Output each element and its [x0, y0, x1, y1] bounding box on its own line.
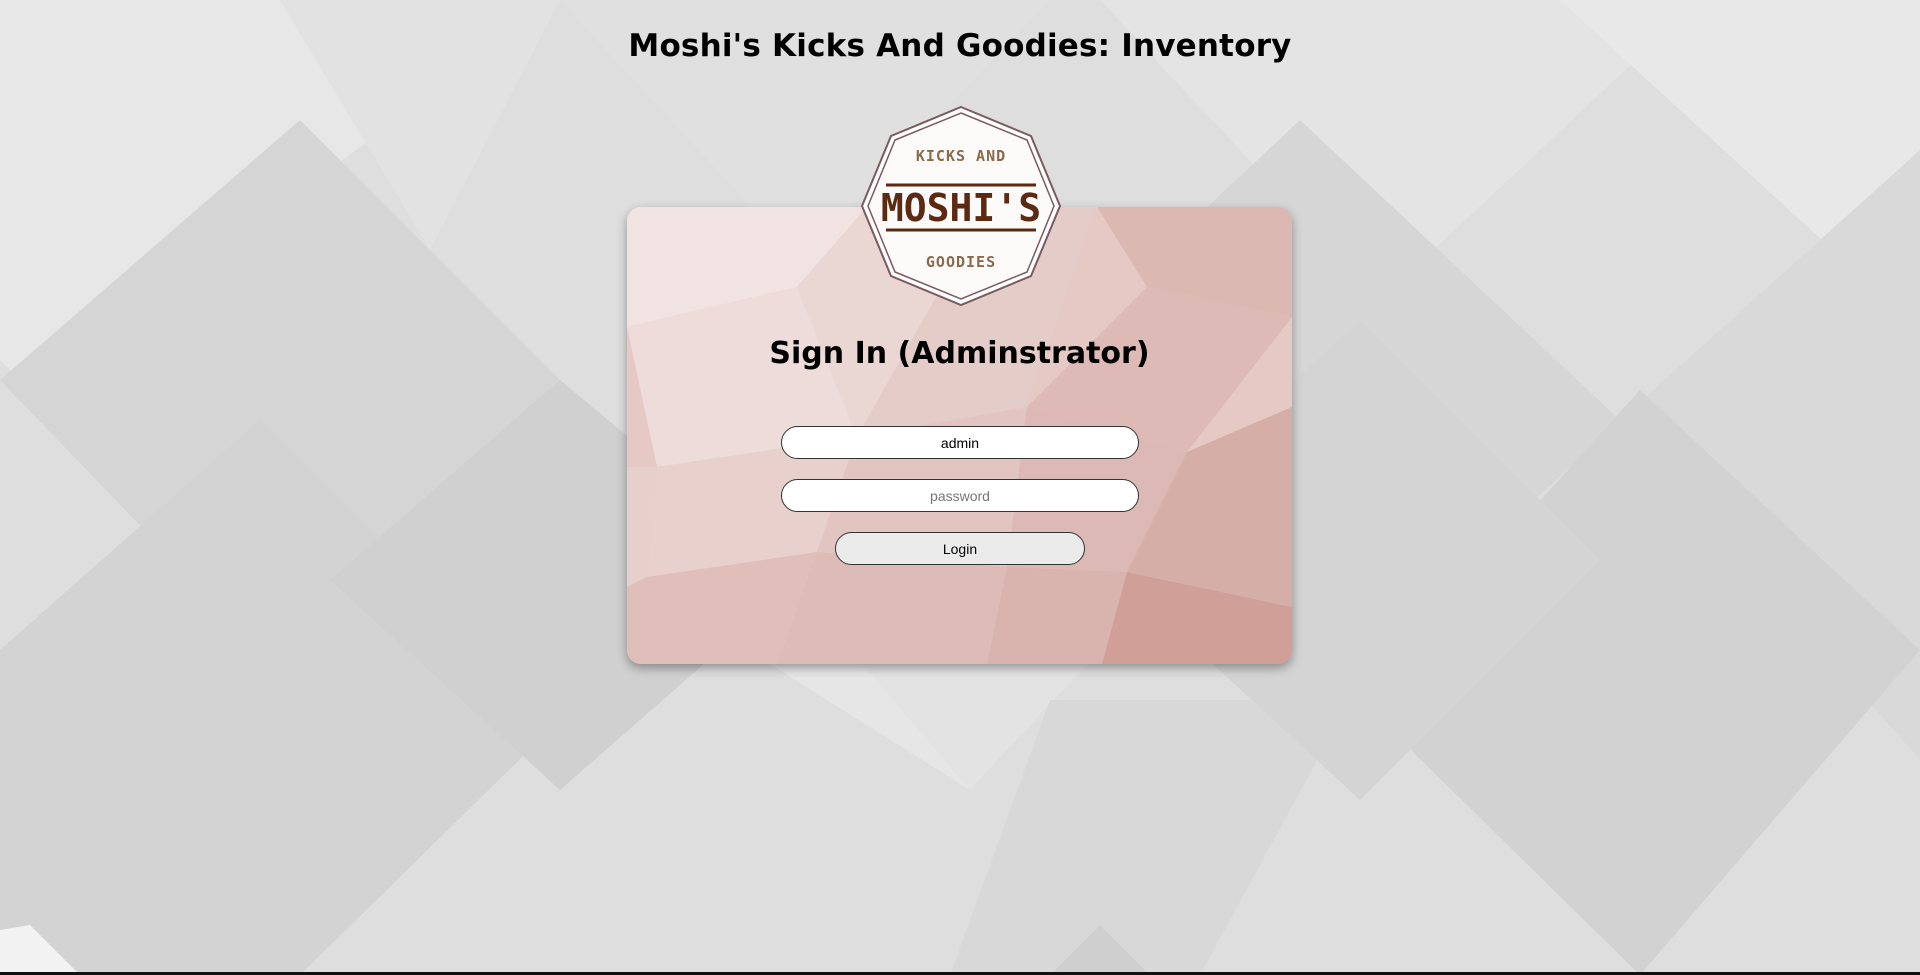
login-button[interactable]: Login [835, 532, 1085, 565]
logo-bottom-text: GOODIES [926, 253, 996, 271]
username-input[interactable] [781, 426, 1139, 459]
logo-main-text: MOSHI'S [881, 186, 1041, 230]
page-title: Moshi's Kicks And Goodies: Inventory [628, 28, 1292, 64]
logo-top-text: KICKS AND [916, 147, 1006, 165]
sign-in-heading: Sign In (Adminstrator) [769, 336, 1150, 371]
password-input[interactable] [781, 479, 1139, 512]
brand-logo: KICKS AND MOSHI'S GOODIES [860, 105, 1062, 307]
